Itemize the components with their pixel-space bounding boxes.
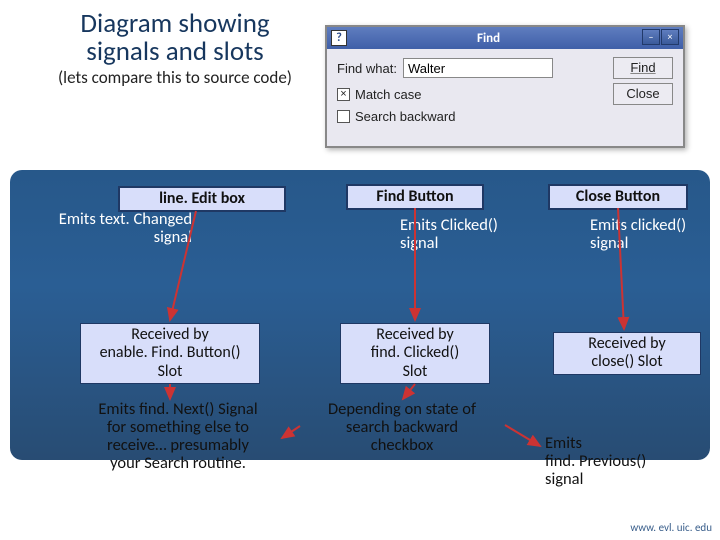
emits-textchanged: Emits text. Changedsignal xyxy=(32,210,192,246)
help-icon[interactable]: ? xyxy=(331,30,347,46)
find-button[interactable]: Find xyxy=(613,57,673,79)
titlebar: ? Find – × xyxy=(327,27,683,49)
note-findprev: Emits find. Previous() signal xyxy=(545,434,695,488)
slide-subtitle: (lets compare this to source code) xyxy=(45,69,305,87)
note-findnext: Emits find. Next() Signal for something … xyxy=(78,400,278,473)
match-case-checkbox[interactable]: × xyxy=(337,88,350,101)
logo: evl xyxy=(14,520,25,530)
emits-clicked-close: Emits clicked()signal xyxy=(590,216,686,252)
slide-header: Diagram showing signals and slots (lets … xyxy=(45,10,305,87)
footer-url: www. evl. uic. edu xyxy=(630,521,712,534)
find-dialog: ? Find – × Find what: Find × Match case … xyxy=(325,25,685,148)
node-enable-slot: Received by enable. Find. Button() Slot xyxy=(80,323,260,384)
close-button[interactable]: Close xyxy=(613,83,673,105)
node-close-slot: Received by close() Slot xyxy=(553,332,701,375)
note-depending: Depending on state of search backward ch… xyxy=(298,400,506,454)
node-close-button: Close Button xyxy=(548,184,688,210)
search-backward-label: Search backward xyxy=(355,109,455,124)
emits-clicked-find: Emits Clicked()signal xyxy=(400,216,498,252)
search-backward-checkbox[interactable] xyxy=(337,110,350,123)
slide-title: Diagram showing signals and slots xyxy=(45,10,305,67)
node-findclicked-slot: Received by find. Clicked() Slot xyxy=(340,323,490,384)
close-icon[interactable]: × xyxy=(661,29,679,45)
match-case-label: Match case xyxy=(355,87,421,102)
node-find-button: Find Button xyxy=(346,184,484,210)
find-what-label: Find what: xyxy=(337,61,397,76)
find-what-input[interactable] xyxy=(403,58,553,78)
minimize-icon[interactable]: – xyxy=(642,29,660,45)
dialog-title: Find xyxy=(477,31,500,46)
